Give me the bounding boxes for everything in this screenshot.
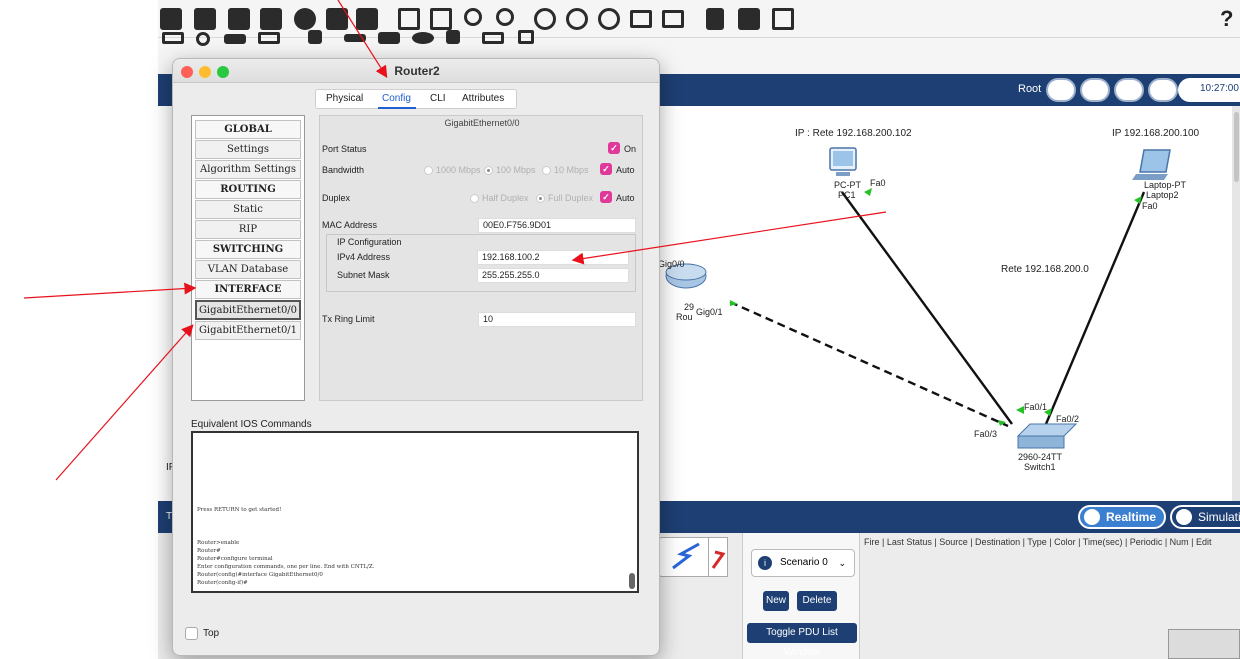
screen: ? Root 10:27:00 IP: Rete 192.168.200.10… bbox=[0, 0, 1240, 659]
arrow-to-gig00 bbox=[55, 324, 194, 481]
arrow-to-config-tab bbox=[337, 0, 388, 79]
annotation-arrows bbox=[23, 0, 887, 481]
arrow-to-ipv4-field bbox=[571, 211, 887, 265]
arrow-to-interface-header bbox=[23, 282, 197, 299]
